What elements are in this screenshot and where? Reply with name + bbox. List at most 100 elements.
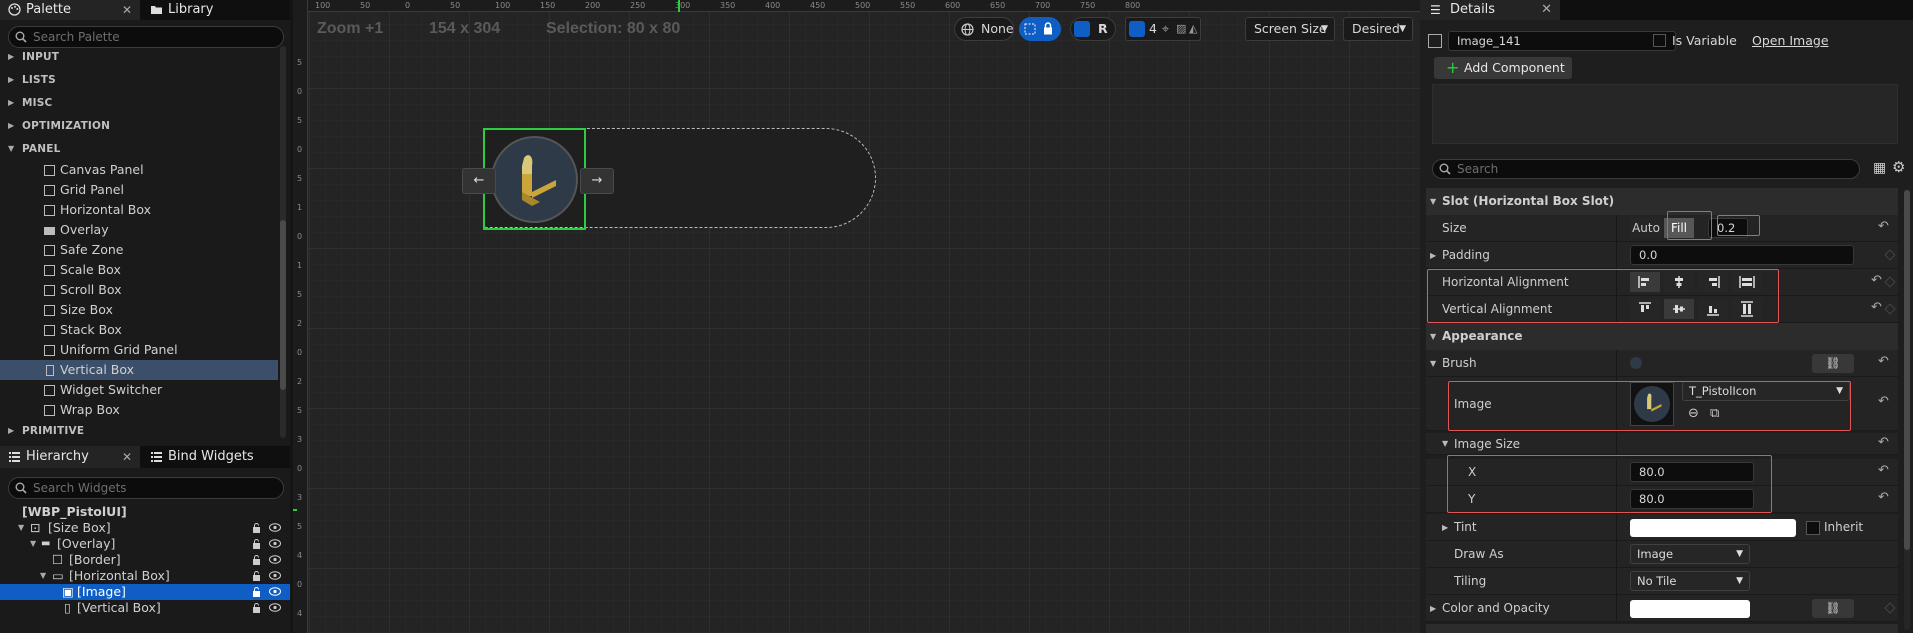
inherit-checkbox[interactable] bbox=[1806, 521, 1820, 535]
ruler-tick-label: 4 bbox=[297, 609, 303, 618]
palette-item[interactable]: Grid Panel bbox=[0, 180, 278, 200]
palette-item[interactable]: Widget Switcher bbox=[0, 380, 278, 400]
eye-icon[interactable] bbox=[269, 571, 281, 580]
padding-field[interactable]: 0.0 bbox=[1630, 245, 1854, 265]
lock-icon[interactable] bbox=[252, 571, 261, 581]
grid-settings-button[interactable]: 4 ⌖ ▨ ◭ bbox=[1125, 17, 1201, 41]
palette-item[interactable]: Size Box bbox=[0, 300, 278, 320]
eye-icon[interactable] bbox=[269, 523, 281, 532]
palette-item[interactable]: Scale Box bbox=[0, 260, 278, 280]
tree-row[interactable]: ▼ ▬ [Overlay] bbox=[0, 536, 290, 552]
expand-arrow-icon[interactable]: ▶ bbox=[1442, 514, 1448, 541]
reset-icon[interactable]: ↶ bbox=[1878, 463, 1889, 478]
keyframe-icon[interactable] bbox=[1884, 602, 1896, 614]
reset-icon[interactable]: ↶ bbox=[1878, 490, 1889, 505]
reset-icon[interactable]: ↶ bbox=[1871, 300, 1882, 315]
tiling-dropdown[interactable]: No Tile ▼ bbox=[1630, 571, 1750, 591]
category-misc[interactable]: ▶ MISC bbox=[0, 93, 278, 113]
next-section-header[interactable] bbox=[1426, 624, 1898, 633]
move-right-button[interactable]: → bbox=[580, 168, 614, 194]
palette-item-selected[interactable]: Vertical Box bbox=[0, 360, 278, 380]
size-auto-button[interactable]: Auto bbox=[1630, 218, 1662, 238]
reset-icon[interactable]: ↶ bbox=[1878, 219, 1889, 234]
category-input[interactable]: ▶ INPUT bbox=[0, 47, 278, 67]
selected-image-widget[interactable] bbox=[483, 128, 586, 230]
collapse-arrow-icon[interactable]: ▼ bbox=[1430, 350, 1436, 377]
eye-icon[interactable] bbox=[269, 555, 281, 564]
desired-dropdown[interactable]: Desired ▼ bbox=[1343, 17, 1413, 41]
appearance-section-header[interactable]: ▼ Appearance bbox=[1426, 323, 1898, 350]
eye-icon[interactable] bbox=[269, 603, 281, 612]
screen-size-dropdown[interactable]: Screen Size ▼ bbox=[1245, 17, 1335, 41]
expand-arrow-icon[interactable]: ▶ bbox=[1430, 242, 1436, 269]
widget-name-field[interactable]: Image_141 bbox=[1448, 31, 1676, 51]
open-image-link[interactable]: Open Image bbox=[1752, 33, 1829, 48]
palette-item[interactable]: Overlay bbox=[0, 220, 278, 240]
lock-icon[interactable] bbox=[252, 555, 261, 565]
tree-row[interactable]: ▼ ⊡ [Size Box] bbox=[0, 520, 290, 536]
hierarchy-search[interactable] bbox=[8, 477, 284, 499]
expand-arrow-icon[interactable]: ▶ bbox=[1430, 595, 1436, 622]
tree-row-selected[interactable]: ▣ [Image] bbox=[0, 584, 290, 600]
designer-canvas[interactable]: 100 50 0 50 100 150 200 250 300 350 400 450 500 550 60… bbox=[293, 0, 1420, 633]
add-component-button[interactable]: + Add Component bbox=[1434, 57, 1572, 79]
tree-row[interactable]: ☐ [Border] bbox=[0, 552, 290, 568]
hierarchy-search-input[interactable] bbox=[33, 479, 277, 497]
palette-search-input[interactable] bbox=[33, 28, 277, 46]
lock-icon[interactable] bbox=[252, 587, 261, 597]
link-icon[interactable]: ⛓ bbox=[1812, 599, 1854, 618]
close-icon[interactable]: ✕ bbox=[122, 0, 132, 20]
palette-search[interactable] bbox=[8, 26, 284, 48]
localization-none-button[interactable]: None bbox=[954, 17, 1014, 41]
collapse-arrow-icon[interactable]: ▼ bbox=[1442, 433, 1448, 455]
palette-item[interactable]: Canvas Panel bbox=[0, 160, 278, 180]
gear-icon[interactable]: ⚙ bbox=[1892, 158, 1905, 176]
slot-section-header[interactable]: ▼ Slot (Horizontal Box Slot) bbox=[1426, 188, 1898, 215]
palette-item[interactable]: Wrap Box bbox=[0, 400, 278, 420]
tab-palette[interactable]: Palette ✕ bbox=[0, 0, 140, 20]
palette-item[interactable]: Scroll Box bbox=[0, 280, 278, 300]
reset-icon[interactable]: ↶ bbox=[1878, 394, 1889, 409]
tree-row-root[interactable]: [WBP_PistolUI] bbox=[0, 504, 290, 520]
respect-locks-button[interactable]: R bbox=[1070, 17, 1116, 41]
details-search[interactable] bbox=[1432, 159, 1860, 179]
category-panel[interactable]: ▼ PANEL bbox=[0, 139, 278, 159]
tree-row[interactable]: ▯ [Vertical Box] bbox=[0, 600, 290, 616]
link-icon[interactable]: ⛓ bbox=[1812, 354, 1854, 373]
keyframe-icon[interactable] bbox=[1884, 303, 1896, 315]
lock-icon[interactable] bbox=[252, 603, 261, 613]
keyframe-icon[interactable] bbox=[1884, 249, 1896, 261]
move-left-button[interactable]: ← bbox=[462, 168, 496, 194]
tab-hierarchy[interactable]: Hierarchy ✕ bbox=[0, 446, 140, 468]
lock-icon[interactable] bbox=[252, 523, 261, 533]
eye-icon[interactable] bbox=[269, 539, 281, 548]
close-icon[interactable]: ✕ bbox=[1541, 0, 1552, 20]
palette-item[interactable]: Uniform Grid Panel bbox=[0, 340, 278, 360]
tree-row[interactable]: ▼ ▭ [Horizontal Box] bbox=[0, 568, 290, 584]
category-lists[interactable]: ▶ LISTS bbox=[0, 70, 278, 90]
is-variable-checkbox[interactable] bbox=[1653, 34, 1666, 47]
color-opacity-swatch[interactable] bbox=[1630, 600, 1750, 618]
reset-icon[interactable]: ↶ bbox=[1878, 435, 1889, 450]
keyframe-icon[interactable] bbox=[1884, 276, 1896, 288]
reset-icon[interactable]: ↶ bbox=[1878, 354, 1889, 369]
reset-icon[interactable]: ↶ bbox=[1871, 273, 1882, 288]
category-optimization[interactable]: ▶ OPTIMIZATION bbox=[0, 116, 278, 136]
palette-item[interactable]: Horizontal Box bbox=[0, 200, 278, 220]
close-icon[interactable]: ✕ bbox=[122, 446, 132, 468]
table-view-icon[interactable]: ▦ bbox=[1873, 160, 1886, 176]
palette-scrollbar-thumb[interactable] bbox=[280, 220, 286, 390]
palette-item[interactable]: Safe Zone bbox=[0, 240, 278, 260]
details-scrollbar-thumb[interactable] bbox=[1904, 190, 1910, 550]
tab-library[interactable]: Library bbox=[142, 0, 282, 20]
category-primitive[interactable]: ▶ PRIMITIVE bbox=[0, 421, 278, 441]
tab-details[interactable]: ☰ Details ✕ bbox=[1420, 0, 1560, 20]
draw-as-dropdown[interactable]: Image ▼ bbox=[1630, 544, 1750, 564]
lock-icon[interactable] bbox=[252, 539, 261, 549]
tint-color-swatch[interactable] bbox=[1630, 519, 1796, 537]
tab-bind-widgets[interactable]: Bind Widgets bbox=[142, 446, 288, 468]
grid-snap-button[interactable] bbox=[1019, 17, 1061, 41]
details-search-input[interactable] bbox=[1457, 160, 1853, 178]
eye-icon[interactable] bbox=[269, 587, 281, 596]
palette-item[interactable]: Stack Box bbox=[0, 320, 278, 340]
